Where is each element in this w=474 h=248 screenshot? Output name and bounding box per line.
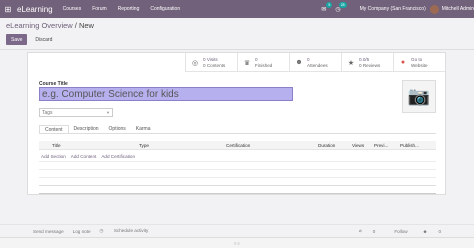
activity-badge: 28 [338, 1, 347, 8]
stat-label: Attendees [307, 62, 328, 68]
systray: ✉ 5 ◷ 28 My Company (San Francisco) Mitche… [321, 0, 474, 18]
stat-finished[interactable]: ♛ 0 Finished [237, 53, 289, 72]
chevron-down-icon: ▼ [106, 110, 110, 115]
app-switcher-icon[interactable]: ⊞ [0, 0, 16, 18]
followers-icon[interactable]: ☻ [423, 229, 428, 234]
chatter: Send message Log note ◷ Schedule activit… [0, 224, 474, 237]
stat-label: 0 Reviews [359, 62, 381, 68]
table-row-divider [39, 161, 436, 162]
camera-icon: 📷 [407, 86, 431, 106]
column-duration[interactable]: Duration [318, 143, 335, 148]
add-content-link[interactable]: Add Content [71, 154, 97, 159]
breadcrumb: eLearning Overview / New [6, 21, 94, 30]
column-title[interactable]: Title [52, 143, 61, 148]
followers-count: 0 [438, 228, 441, 234]
trophy-icon: ♛ [243, 59, 251, 67]
paperclip-icon[interactable]: ⌀ [359, 228, 362, 234]
course-title-input[interactable]: e.g. Computer Science for kids [39, 87, 293, 101]
activity-icon[interactable]: ◷ 28 [335, 1, 347, 13]
column-views[interactable]: Views [352, 143, 364, 148]
stat-visits[interactable]: ◎ 0 Visits 0 Contents [185, 53, 237, 72]
table-row-divider [39, 177, 436, 178]
save-button[interactable]: Save [6, 34, 28, 45]
globe-red-icon: ● [400, 59, 406, 66]
top-navbar: ⊞ eLearning Courses Forum Reporting Conf… [0, 0, 474, 18]
footer-bar: ≡ ≡ [0, 237, 474, 248]
menu-item-reporting[interactable]: Reporting [118, 6, 140, 12]
add-certification-link[interactable]: Add Certification [101, 154, 135, 159]
tags-input[interactable]: Tags ▼ [39, 108, 113, 117]
avatar[interactable] [429, 4, 439, 14]
breadcrumb-current: New [78, 21, 94, 30]
company-switcher[interactable]: My Company (San Francisco) [360, 6, 426, 12]
chat-badge: 5 [326, 1, 333, 8]
add-section-link[interactable]: Add Section [41, 154, 66, 159]
schedule-activity-label: Schedule activity [113, 228, 149, 233]
table-row-divider [39, 185, 436, 186]
stat-label: Finished [255, 62, 273, 68]
control-buttons: Save Discard [6, 34, 57, 45]
table-footer-line [39, 193, 436, 194]
menu-item-forum[interactable]: Forum [92, 6, 106, 12]
stat-website[interactable]: ● Go to Website [393, 53, 445, 72]
app-brand[interactable]: eLearning [17, 5, 53, 14]
attachment-count: 0 [372, 228, 376, 234]
stat-label: Website [411, 62, 428, 68]
globe-icon: ◎ [191, 59, 199, 67]
column-preview[interactable]: Previ... [374, 143, 388, 148]
menu-item-courses[interactable]: Courses [63, 6, 82, 12]
chatter-right: ⌀ 0 Follow ☻ 0 [359, 228, 474, 234]
table-row-divider [39, 169, 436, 170]
chat-icon[interactable]: ✉ 5 [321, 1, 333, 13]
users-icon: ☻ [295, 59, 303, 66]
column-published[interactable]: Publish... [400, 143, 419, 148]
form-sheet: ◎ 0 Visits 0 Contents ♛ 0 Finished ☻ 0 Attende… [27, 52, 446, 195]
course-image-upload[interactable]: 📷 [402, 80, 436, 113]
send-message-button[interactable]: Send message [33, 229, 64, 234]
menu-item-configuration[interactable]: Configuration [150, 6, 180, 12]
breadcrumb-parent[interactable]: eLearning Overview [6, 21, 73, 30]
clock-icon: ◷ [99, 228, 105, 233]
tags-placeholder: Tags [42, 109, 53, 116]
table-add-row: Add Section Add Content Add Certificatio… [41, 154, 140, 159]
table-header: Title Type Certification Duration Views … [39, 141, 436, 150]
follow-button[interactable]: Follow [394, 229, 407, 234]
discard-button[interactable]: Discard [30, 34, 57, 45]
tab-divider [39, 133, 436, 134]
stat-buttons: ◎ 0 Visits 0 Contents ♛ 0 Finished ☻ 0 Attende… [185, 53, 445, 72]
main-menu: Courses Forum Reporting Configuration [63, 6, 192, 12]
footer-grip-icon: ≡ ≡ [234, 240, 240, 246]
schedule-activity-button[interactable]: ◷ Schedule activity [100, 228, 158, 234]
divider [0, 49, 474, 50]
stat-attendees[interactable]: ☻ 0 Attendees [289, 53, 341, 72]
stat-label: 0 Contents [203, 62, 226, 68]
column-certification[interactable]: Certification [226, 143, 250, 148]
user-menu[interactable]: Mitchell Admin [442, 6, 474, 12]
column-type[interactable]: Type [139, 143, 149, 148]
stat-reviews[interactable]: ★ 0.0/5 0 Reviews [341, 53, 393, 72]
star-icon: ★ [347, 59, 355, 67]
log-note-button[interactable]: Log note [73, 229, 91, 234]
